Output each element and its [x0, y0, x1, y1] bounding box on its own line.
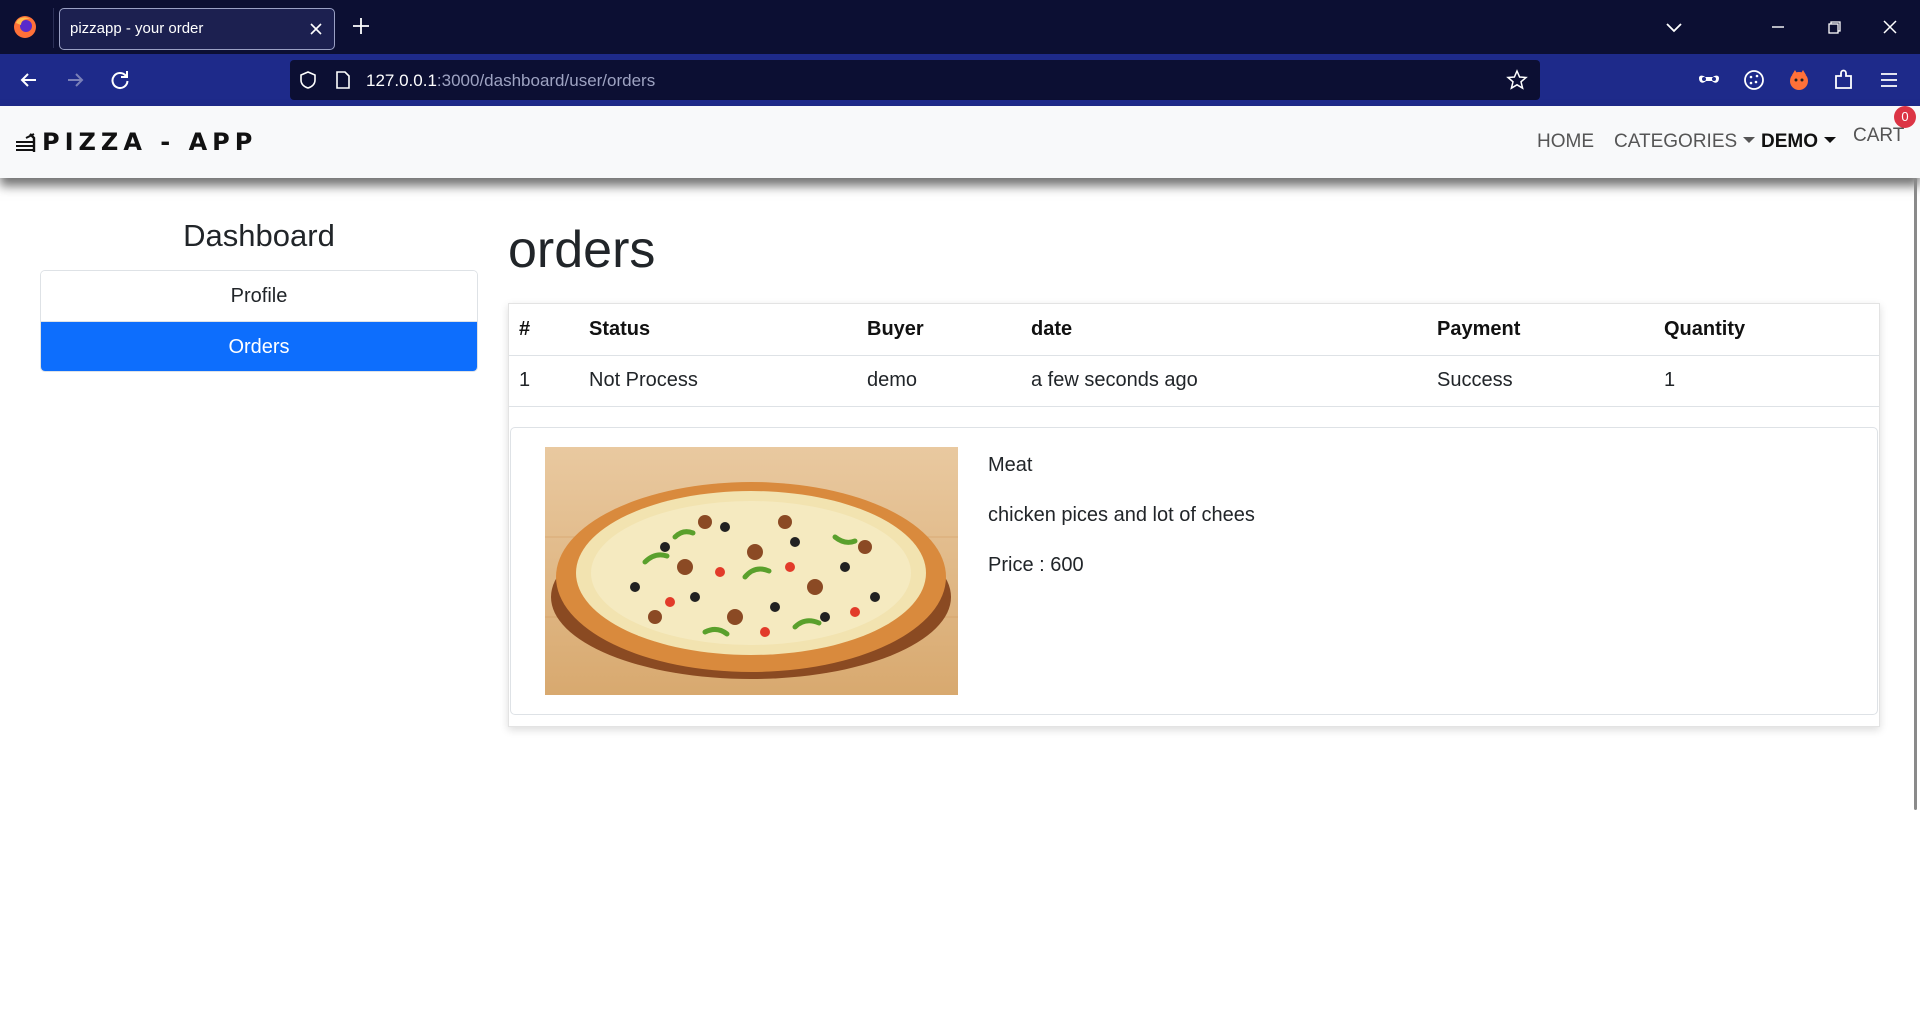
- cell-payment: Success: [1427, 355, 1654, 407]
- extensions-puzzle-icon[interactable]: [1831, 67, 1857, 93]
- reload-icon[interactable]: [107, 67, 133, 93]
- cell-status: Not Process: [579, 355, 857, 407]
- cookie-icon[interactable]: [1741, 67, 1767, 93]
- restore-icon[interactable]: [1822, 16, 1846, 38]
- sidebar-item-profile[interactable]: Profile: [41, 271, 477, 321]
- product-card: Meat chicken pices and lot of chees Pric…: [510, 427, 1878, 715]
- address-bar[interactable]: 127.0.0.1:3000/dashboard/user/orders: [290, 60, 1540, 100]
- column-header-quantity: Quantity: [1654, 304, 1879, 356]
- brand-name: PIZZA - APP: [42, 128, 258, 156]
- minimize-icon[interactable]: [1766, 16, 1790, 38]
- menu-hamburger-icon[interactable]: [1876, 67, 1902, 93]
- fox-extension-icon[interactable]: [1786, 67, 1812, 93]
- column-header-payment: Payment: [1427, 304, 1654, 356]
- cell-buyer: demo: [857, 355, 1021, 407]
- page-title: orders: [508, 221, 656, 279]
- sidebar-item-orders[interactable]: Orders: [41, 321, 477, 371]
- url-text[interactable]: 127.0.0.1:3000/dashboard/user/orders: [366, 71, 655, 91]
- list-all-tabs-icon[interactable]: [1662, 16, 1686, 38]
- column-header-buyer: Buyer: [857, 304, 1021, 356]
- tracking-protection-shield-icon[interactable]: [298, 70, 318, 90]
- table-header-row: # Status Buyer date Payment Quantity: [509, 304, 1879, 356]
- caret-down-icon: [1743, 137, 1756, 143]
- page-scrollbar[interactable]: [1914, 178, 1917, 810]
- nav-user-label: DEMO: [1761, 131, 1818, 152]
- caret-down-icon: [1824, 137, 1836, 143]
- back-arrow-icon[interactable]: [16, 67, 42, 93]
- brand-link[interactable]: PIZZA - APP: [14, 128, 257, 156]
- pizza-image: [545, 447, 958, 695]
- product-description: chicken pices and lot of chees: [988, 504, 1255, 526]
- orders-table: # Status Buyer date Payment Quantity 1 N…: [509, 304, 1879, 407]
- column-header-status: Status: [579, 304, 857, 356]
- bookmark-star-icon[interactable]: [1506, 69, 1528, 91]
- table-row: 1 Not Process demo a few seconds ago Suc…: [509, 355, 1879, 407]
- firefox-logo-icon[interactable]: [12, 14, 38, 40]
- private-mask-icon[interactable]: [1696, 67, 1722, 93]
- pizza-brand-icon: [16, 133, 36, 152]
- nav-categories-dropdown[interactable]: CATEGORIES: [1614, 131, 1756, 153]
- nav-home[interactable]: HOME: [1537, 131, 1594, 153]
- cell-date: a few seconds ago: [1021, 355, 1427, 407]
- nav-categories-label: CATEGORIES: [1614, 131, 1738, 152]
- cell-quantity: 1: [1654, 355, 1879, 407]
- forward-arrow-icon[interactable]: [62, 67, 88, 93]
- site-navbar: PIZZA - APP HOME CATEGORIES DEMO CART: [0, 106, 1920, 178]
- nav-cart[interactable]: CART: [1853, 125, 1904, 147]
- url-host: 127.0.0.1: [366, 71, 437, 90]
- cell-number: 1: [509, 355, 579, 407]
- tab-active[interactable]: pizzapp - your order: [59, 8, 335, 50]
- order-card: # Status Buyer date Payment Quantity 1 N…: [508, 303, 1880, 727]
- close-tab-icon[interactable]: [306, 19, 326, 39]
- product-name: Meat: [988, 454, 1033, 476]
- nav-user-dropdown[interactable]: DEMO: [1761, 131, 1836, 153]
- column-header-number: #: [509, 304, 579, 356]
- dashboard-menu: Profile Orders: [40, 270, 478, 372]
- column-header-date: date: [1021, 304, 1427, 356]
- page-info-icon[interactable]: [334, 70, 352, 90]
- cart-count-badge: 0: [1894, 106, 1916, 128]
- product-price: Price : 600: [988, 554, 1084, 576]
- browser-toolbar: 127.0.0.1:3000/dashboard/user/orders: [0, 54, 1920, 106]
- close-window-icon[interactable]: [1878, 16, 1902, 38]
- browser-tab-bar: pizzapp - your order: [0, 0, 1920, 54]
- tab-title: pizzapp - your order: [70, 20, 204, 37]
- tab-separator: [53, 8, 54, 48]
- dashboard-title: Dashboard: [183, 218, 335, 253]
- url-path: :3000/dashboard/user/orders: [436, 71, 656, 90]
- new-tab-icon[interactable]: [350, 15, 372, 37]
